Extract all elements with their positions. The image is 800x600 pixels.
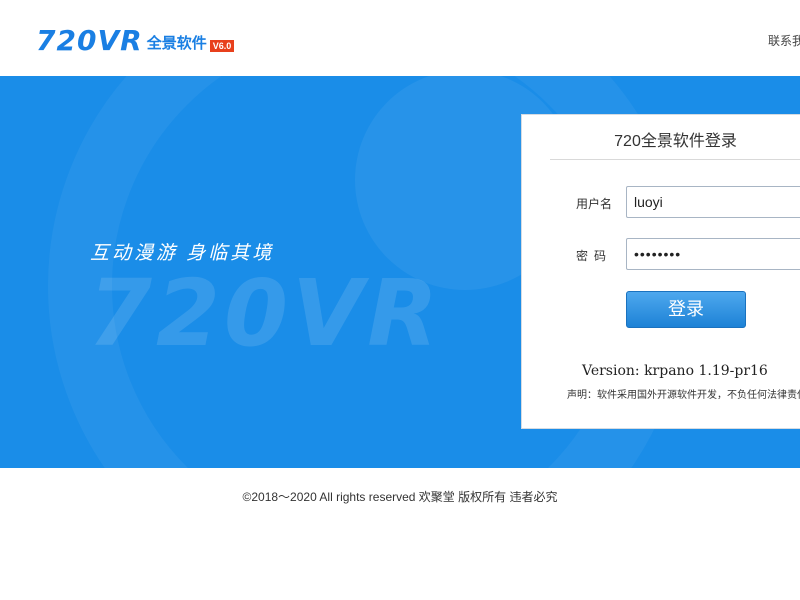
logo-mark: 720VR	[36, 24, 143, 57]
version-text: Version: krpano 1.19-pr16	[582, 363, 768, 379]
footer-copyright: ©2018～2020 All rights reserved 欢聚堂 版权所有 …	[242, 490, 558, 504]
login-panel: 720全景软件登录 用户名 luoyi 密码 •••••••• 登录 Versi…	[521, 114, 800, 429]
watermark-logo: 720VR	[88, 260, 443, 367]
username-input[interactable]: luoyi	[626, 186, 800, 218]
username-label: 用户名	[576, 197, 613, 211]
login-title: 720全景软件登录	[550, 131, 800, 160]
login-button[interactable]: 登录	[626, 291, 746, 328]
brand-logo[interactable]: 720VR 全景软件 V6.0	[36, 24, 235, 57]
password-input[interactable]: ••••••••	[626, 238, 800, 270]
version-badge: V6.0	[209, 40, 235, 52]
logo-text: 全景软件	[146, 35, 207, 52]
password-label: 密码	[576, 249, 613, 263]
contact-link[interactable]: 联系我	[768, 32, 800, 49]
disclaimer-text: 声明：软件采用国外开源软件开发，不负任何法律责任	[567, 390, 800, 401]
header: 720VR 全景软件 V6.0 联系我	[0, 0, 800, 76]
